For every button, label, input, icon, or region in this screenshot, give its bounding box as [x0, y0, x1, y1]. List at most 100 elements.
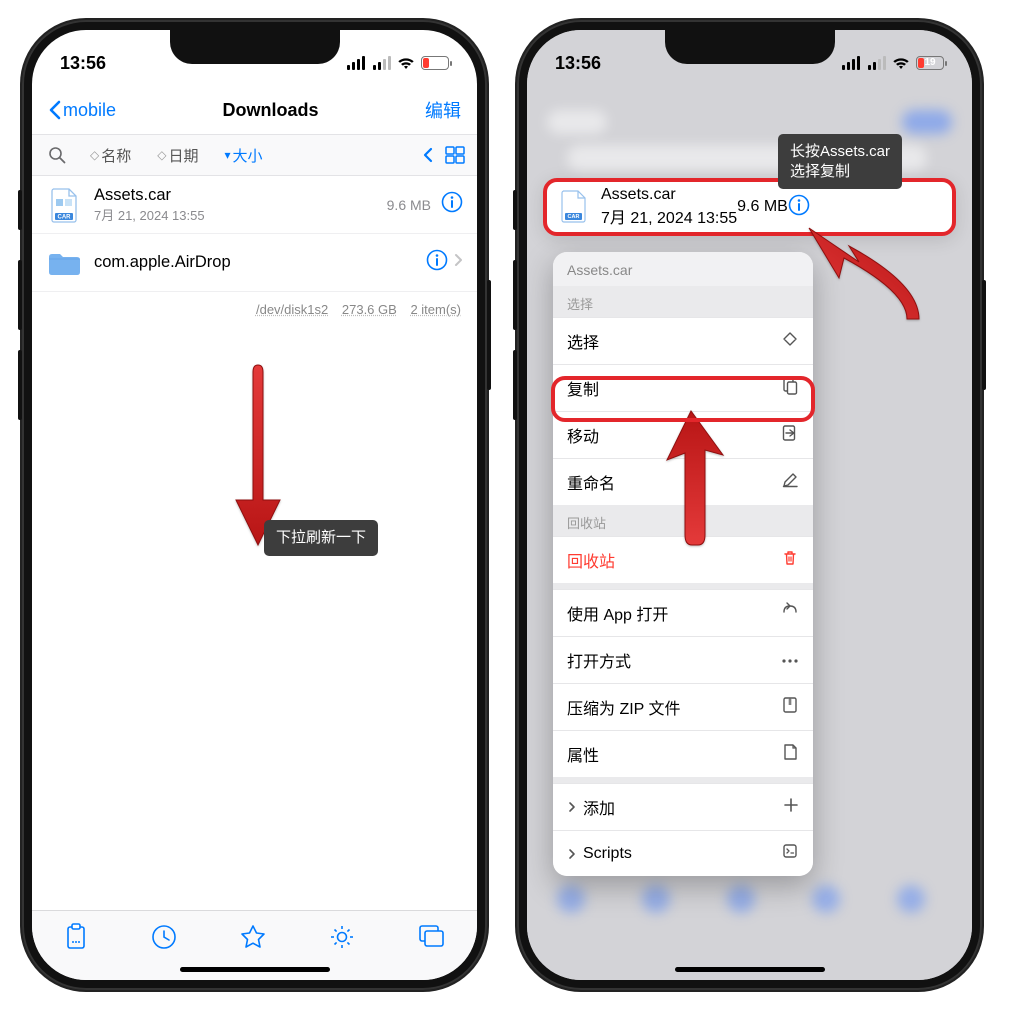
annotation-tip-pull: 下拉刷新一下 [264, 520, 378, 556]
ctx-props-label: 属性 [567, 742, 599, 766]
pencil-icon [781, 471, 799, 494]
ctx-scripts-label: Scripts [583, 845, 632, 863]
tab-recent[interactable] [150, 923, 178, 956]
ctx-add-label: 添加 [583, 795, 615, 819]
disk-path: /dev/disk1s2 [256, 302, 328, 317]
sort-size[interactable]: ▾ 大小 [215, 145, 273, 166]
context-menu: Assets.car 选择 选择 复制 移动 重命名 回收站 回收站 [553, 252, 813, 876]
annotation-tip-longpress: 长按Assets.car 选择复制 [778, 134, 902, 189]
ctx-zip-label: 压缩为 ZIP 文件 [567, 695, 681, 719]
sort-arrows-icon: ◇ [157, 148, 164, 162]
ctx-open-with-app[interactable]: 使用 App 打开 [553, 589, 813, 636]
battery-icon: 19 [916, 56, 944, 70]
ctx-move-label: 移动 [567, 423, 599, 447]
ctx-open-with-label: 打开方式 [567, 648, 631, 672]
ctx-scripts[interactable]: Scripts [553, 830, 813, 876]
tab-favorites[interactable] [239, 923, 267, 956]
wifi-icon [892, 57, 910, 70]
file-name: Assets.car [601, 186, 737, 204]
battery-icon: 19 [421, 56, 449, 70]
info-button[interactable] [788, 194, 810, 221]
script-icon [781, 842, 799, 865]
cellular-icon [842, 56, 860, 70]
clipboard-icon [63, 923, 89, 951]
gear-icon [328, 923, 356, 951]
zip-icon [781, 696, 799, 719]
info-button[interactable] [426, 249, 448, 276]
search-icon [48, 146, 66, 164]
cellular-secondary-icon [868, 56, 886, 70]
cellular-icon [347, 56, 365, 70]
back-label: mobile [63, 100, 116, 121]
disk-space: 273.6 GB [342, 302, 397, 317]
sort-date-label: 日期 [168, 145, 198, 166]
cellular-secondary-icon [373, 56, 391, 70]
notch [170, 30, 340, 64]
ctx-copy-label: 复制 [567, 376, 599, 400]
share-icon [781, 602, 799, 625]
ctx-title: Assets.car [553, 252, 813, 286]
home-indicator [180, 967, 330, 972]
info-icon [441, 191, 463, 213]
clock-icon [150, 923, 178, 951]
ctx-properties[interactable]: 属性 [553, 730, 813, 777]
windows-icon [417, 923, 447, 949]
sort-down-icon: ▾ [225, 148, 229, 162]
sort-date[interactable]: ◇ 日期 [147, 145, 208, 166]
chevron-left-icon [48, 100, 61, 120]
sort-name[interactable]: ◇ 名称 [80, 145, 141, 166]
ellipsis-icon [781, 651, 799, 669]
file-sub: 7月 21, 2024 13:55 [94, 205, 387, 224]
chevron-left-icon[interactable] [422, 147, 433, 163]
screen-right: 13:56 19 长按Assets.car 选择复制 CAR Assets.ca… [527, 30, 972, 980]
ctx-open-app-label: 使用 App 打开 [567, 601, 668, 625]
info-icon [426, 249, 448, 271]
file-size: 9.6 MB [387, 197, 431, 213]
disk-status-line: /dev/disk1s2 273.6 GB 2 item(s) [32, 292, 477, 327]
grid-view-icon[interactable] [445, 146, 465, 164]
file-size: 9.6 MB [737, 198, 788, 216]
ctx-select[interactable]: 选择 [553, 317, 813, 364]
annotation-arrow-to-row [789, 224, 939, 334]
file-name: Assets.car [94, 186, 387, 205]
sort-name-label: 名称 [101, 145, 131, 166]
car-file-icon: CAR [46, 187, 82, 223]
ctx-trash-label: 回收站 [567, 548, 615, 572]
edit-button[interactable]: 编辑 [425, 97, 461, 123]
sort-size-label: 大小 [233, 145, 263, 166]
tab-settings[interactable] [328, 923, 356, 956]
ctx-copy[interactable]: 复制 [553, 364, 813, 411]
ctx-open-with[interactable]: 打开方式 [553, 636, 813, 683]
chevron-right-icon [454, 253, 463, 272]
svg-text:CAR: CAR [58, 214, 72, 220]
nav-title: Downloads [223, 100, 319, 121]
move-icon [781, 424, 799, 447]
file-row-airdrop[interactable]: com.apple.AirDrop [32, 234, 477, 292]
info-button[interactable] [441, 191, 463, 218]
sort-arrows-icon: ◇ [90, 148, 97, 162]
tab-windows[interactable] [417, 923, 447, 954]
properties-icon [781, 743, 799, 766]
status-time: 13:56 [555, 53, 601, 74]
screen-left: 13:56 19 mobile Downloads 编辑 [32, 30, 477, 980]
home-indicator [675, 967, 825, 972]
ctx-add[interactable]: 添加 [553, 783, 813, 830]
copy-icon [781, 377, 799, 400]
search-button[interactable] [40, 146, 74, 164]
phone-right: 13:56 19 长按Assets.car 选择复制 CAR Assets.ca… [517, 20, 982, 990]
car-file-icon: CAR [559, 189, 591, 225]
annotation-arrow-to-copy [643, 405, 733, 555]
ctx-section-select: 选择 [553, 286, 813, 317]
plus-icon [783, 797, 799, 818]
tab-clipboard[interactable] [63, 923, 89, 956]
trash-icon [781, 549, 799, 572]
ctx-select-label: 选择 [567, 329, 599, 353]
ctx-rename-label: 重命名 [567, 470, 615, 494]
file-sub: 7月 21, 2024 13:55 [601, 204, 737, 228]
sort-toolbar: ◇ 名称 ◇ 日期 ▾ 大小 [32, 134, 477, 176]
ctx-zip[interactable]: 压缩为 ZIP 文件 [553, 683, 813, 730]
file-row-assets-car[interactable]: CAR Assets.car 7月 21, 2024 13:55 9.6 MB [32, 176, 477, 234]
status-time: 13:56 [60, 53, 106, 74]
chevron-right-icon [567, 849, 577, 859]
back-button[interactable]: mobile [48, 100, 116, 121]
